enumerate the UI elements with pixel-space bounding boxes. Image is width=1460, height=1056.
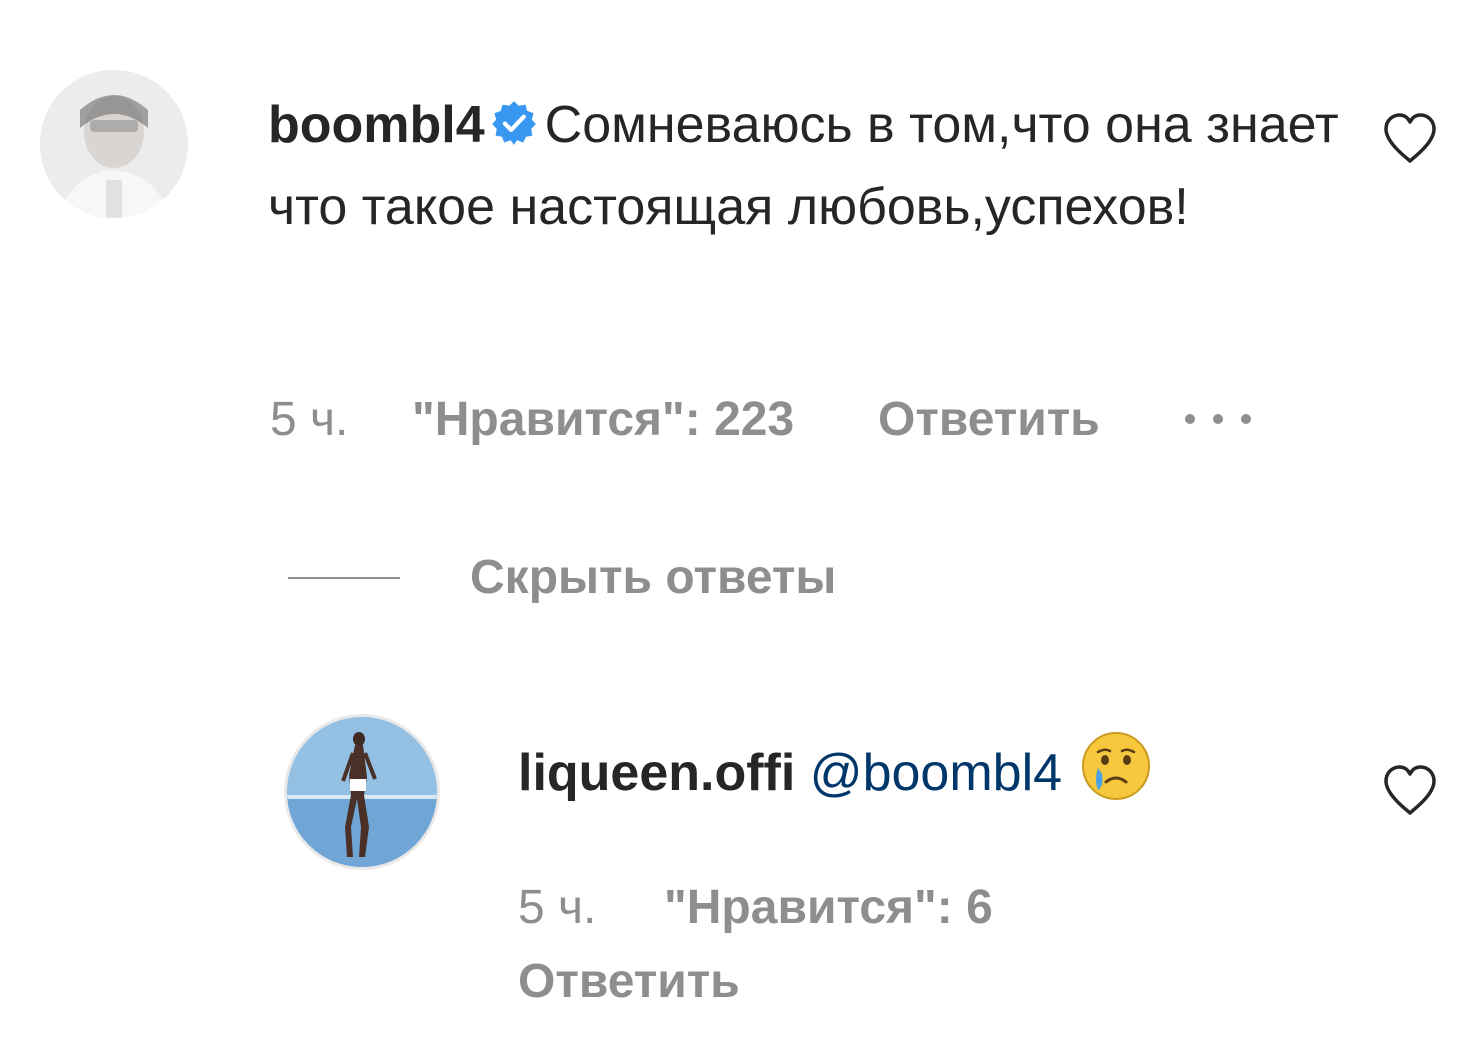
heart-icon: [1384, 765, 1436, 815]
avatar-liqueen[interactable]: [284, 714, 440, 870]
avatar-boombl4[interactable]: [40, 70, 188, 218]
reply-likes[interactable]: "Нравится": 6: [664, 880, 993, 935]
comments-section: boombl4 Сомневаюсь в том,что она знает чт…: [0, 0, 1460, 1056]
reply-mention-link[interactable]: @boombl4: [810, 744, 1062, 802]
reply-time[interactable]: 5 ч.: [518, 880, 596, 935]
avatar-image: [40, 70, 188, 218]
like-reply-button[interactable]: [1380, 762, 1440, 818]
reply-username[interactable]: liqueen.offi: [518, 744, 795, 802]
replies-divider-line: [288, 577, 400, 579]
comment-body: boombl4 Сомневаюсь в том,что она знает чт…: [268, 84, 1348, 248]
reply-reply-button[interactable]: Ответить: [518, 954, 740, 1009]
more-options-icon: [1185, 414, 1251, 424]
crying-face-emoji: [1082, 732, 1151, 800]
comment-time[interactable]: 5 ч.: [270, 392, 348, 447]
reply-body: liqueen.offi @boombl4: [518, 730, 1152, 808]
comment-username[interactable]: boombl4: [268, 96, 485, 154]
comment-reply-button[interactable]: Ответить: [878, 392, 1100, 447]
hide-replies-button[interactable]: Скрыть ответы: [470, 550, 836, 605]
comment-more-button[interactable]: [1180, 404, 1256, 434]
verified-badge-icon: [491, 101, 536, 145]
avatar-image: [287, 717, 437, 867]
heart-icon: [1384, 113, 1436, 163]
like-comment-button[interactable]: [1380, 110, 1440, 166]
comment-likes[interactable]: "Нравится": 223: [412, 392, 794, 447]
